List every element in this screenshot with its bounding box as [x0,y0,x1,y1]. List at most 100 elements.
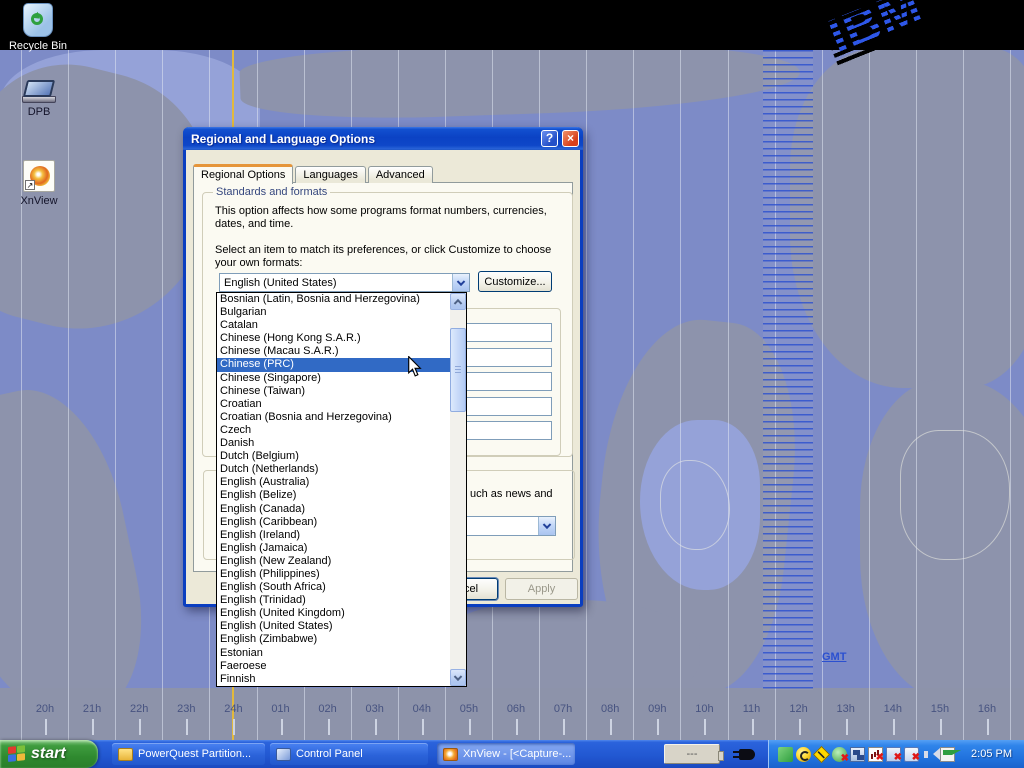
tab-languages[interactable]: Languages [295,166,365,183]
battery-status-icon[interactable] [796,747,811,762]
language-option[interactable]: English (South Africa) [217,581,450,594]
language-option[interactable]: Finnish [217,673,450,686]
dropdown-scrollbar[interactable] [450,293,466,686]
service-status-icon[interactable]: ✖ [832,747,847,762]
taskbar-button-powerquest[interactable]: PowerQuest Partition... [112,743,265,765]
timezone-tick [422,719,424,735]
battery-meter[interactable]: --- [664,744,720,764]
language-option[interactable]: English (Jamaica) [217,542,450,555]
language-option[interactable]: English (Caribbean) [217,516,450,529]
desktop-icon-xnview[interactable]: ↗ XnView [3,160,75,207]
timezone-label: 21h [75,703,109,715]
timezone-label: 20h [28,703,62,715]
timezone-label: 02h [311,703,345,715]
timezone-tick [233,719,235,735]
language-option[interactable]: English (Belize) [217,489,450,502]
combobox-dropdown-button[interactable] [538,517,555,535]
timezone-tick [752,719,754,735]
language-option[interactable]: Croatian [217,398,450,411]
timezone-label: 05h [452,703,486,715]
language-dropdown-list: Bosnian (Latin, Bosnia and Herzegovina)B… [216,292,467,687]
scrollbar-thumb[interactable] [450,328,466,412]
error-x-icon: ✖ [841,754,849,764]
apply-button: Apply [505,578,578,600]
error-x-icon: ✖ [876,753,884,763]
xnview-icon: ↗ [23,160,55,192]
language-option[interactable]: English (Philippines) [217,568,450,581]
language-option[interactable]: Danish [217,437,450,450]
language-option[interactable]: English (Trinidad) [217,594,450,607]
language-option[interactable]: Bosnian (Latin, Bosnia and Herzegovina) [217,293,450,306]
timezone-label: 06h [499,703,533,715]
start-button[interactable]: start [0,740,98,768]
tray-icons: ✖✖✖✖ [778,747,955,762]
language-option[interactable]: English (Ireland) [217,529,450,542]
folder-icon [118,748,133,761]
timezone-label: 13h [829,703,863,715]
system-tray: ✖✖✖✖ 2:05 PM [768,740,1024,768]
meridian-line [728,50,729,740]
tab-advanced[interactable]: Advanced [368,166,433,183]
language-option[interactable]: English (United States) [217,620,450,633]
timezone-label: 14h [876,703,910,715]
language-bar-icon[interactable] [940,747,955,762]
recycle-bin-icon [23,3,53,37]
power-plug-icon [739,749,755,760]
desktop-icon-label: Recycle Bin [2,40,74,52]
meridian-line [822,50,823,740]
format-combobox[interactable]: English (United States) [219,273,470,292]
language-option[interactable]: Faeroese [217,660,450,673]
chevron-down-icon [543,521,551,529]
language-option[interactable]: English (Zimbabwe) [217,633,450,646]
timezone-tick [92,719,94,735]
customize-button[interactable]: Customize... [478,271,552,292]
timezone-label: 03h [358,703,392,715]
hardware-eject-icon[interactable] [778,747,793,762]
language-option[interactable]: Croatian (Bosnia and Herzegovina) [217,411,450,424]
taskbar-button-control-panel[interactable]: Control Panel [270,743,428,765]
combobox-dropdown-button[interactable] [452,274,469,291]
language-option[interactable]: Czech [217,424,450,437]
dialog-title: Regional and Language Options [191,132,375,146]
timezone-label: 12h [782,703,816,715]
language-option[interactable]: English (New Zealand) [217,555,450,568]
format-combobox-value: English (United States) [220,277,452,289]
network-connection-icon[interactable] [850,747,865,762]
meridian-line [916,50,917,740]
error-x-icon: ✖ [894,753,902,763]
meridian-line [869,50,870,740]
scroll-up-button[interactable] [450,293,466,310]
desktop-icon-label: DPB [3,106,75,118]
taskbar-clock[interactable]: 2:05 PM [971,748,1024,760]
dialog-titlebar[interactable]: Regional and Language Options ? × [183,127,583,150]
language-option[interactable]: Chinese (Hong Kong S.A.R.) [217,332,450,345]
scroll-down-button[interactable] [450,669,466,686]
timezone-label: 24h [216,703,250,715]
timezone-label: 04h [405,703,439,715]
taskbar-button-xnview[interactable]: XnView - [<Capture-... [437,743,575,765]
desktop-icon-dpb[interactable]: DPB [3,80,75,118]
tab-regional-options[interactable]: Regional Options [193,164,293,184]
language-option[interactable]: Catalan [217,319,450,332]
language-option[interactable]: English (United Kingdom) [217,607,450,620]
language-option[interactable]: English (Canada) [217,503,450,516]
chevron-up-icon [454,298,462,306]
language-option[interactable]: Chinese (Taiwan) [217,385,450,398]
signal-meter-icon[interactable]: ✖ [868,747,883,762]
language-option[interactable]: Dutch (Netherlands) [217,463,450,476]
desktop-icon-recycle-bin[interactable]: Recycle Bin [2,3,74,52]
timezone-tick [846,719,848,735]
language-option[interactable]: Bulgarian [217,306,450,319]
help-button[interactable]: ? [541,130,558,147]
timezone-tick [469,719,471,735]
language-option[interactable]: Estonian [217,647,450,660]
meridian-line [586,50,587,740]
language-option[interactable]: Dutch (Belgium) [217,450,450,463]
close-button[interactable]: × [562,130,579,147]
volume-icon[interactable] [922,747,937,762]
language-option[interactable]: English (Australia) [217,476,450,489]
mail-alert-icon[interactable] [813,746,830,763]
display-error-icon[interactable]: ✖ [904,747,919,762]
computer-offline-icon[interactable]: ✖ [886,747,901,762]
language-options: Bosnian (Latin, Bosnia and Herzegovina)B… [217,293,450,686]
